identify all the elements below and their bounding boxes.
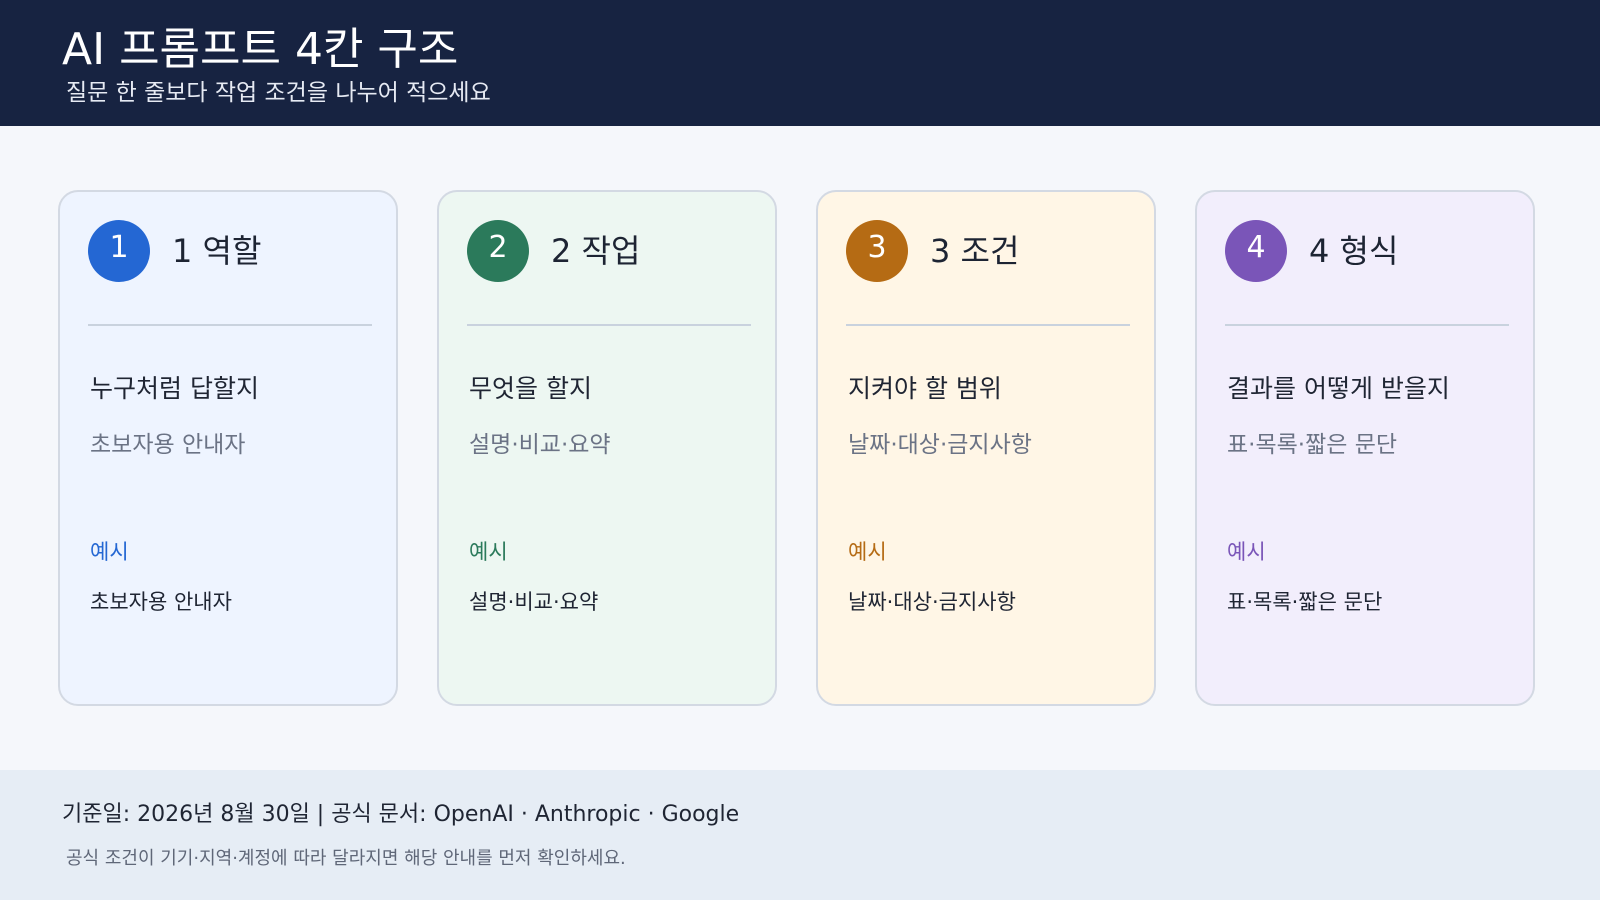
example-value: 표·목록·짧은 문단 (1227, 590, 1383, 614)
card-hint: 설명·비교·요약 (469, 432, 611, 458)
footer-note: 공식 조건이 기기·지역·계정에 따라 달라지면 해당 안내를 먼저 확인하세요… (66, 848, 626, 869)
example-label: 예시 (1227, 540, 1266, 564)
example-label: 예시 (469, 540, 508, 564)
card-hint: 날짜·대상·금지사항 (848, 432, 1032, 458)
card-hint: 표·목록·짧은 문단 (1227, 432, 1398, 458)
card-question: 결과를 어떻게 받을지 (1227, 374, 1450, 403)
card-question: 지켜야 할 범위 (848, 374, 1002, 403)
divider (467, 324, 751, 326)
card-title: 3 조건 (930, 232, 1020, 270)
card-role: 1 1 역할 누구처럼 답할지 초보자용 안내자 예시 초보자용 안내자 (58, 190, 398, 706)
example-label: 예시 (90, 540, 129, 564)
example-value: 설명·비교·요약 (469, 590, 599, 614)
step-badge: 4 (1225, 220, 1287, 282)
step-badge: 1 (88, 220, 150, 282)
example-value: 초보자용 안내자 (90, 590, 232, 614)
divider (88, 324, 372, 326)
reference-line: 기준일: 2026년 8월 30일 | 공식 문서: OpenAI · Anth… (62, 802, 740, 827)
page-subtitle: 질문 한 줄보다 작업 조건을 나누어 적으세요 (66, 80, 491, 106)
card-question: 무엇을 할지 (469, 374, 592, 403)
footer: 기준일: 2026년 8월 30일 | 공식 문서: OpenAI · Anth… (0, 770, 1600, 900)
header-banner: AI 프롬프트 4칸 구조 질문 한 줄보다 작업 조건을 나누어 적으세요 (0, 0, 1600, 126)
card-title: 1 역할 (172, 232, 262, 270)
divider (846, 324, 1130, 326)
card-title: 4 형식 (1309, 232, 1399, 270)
card-format: 4 4 형식 결과를 어떻게 받을지 표·목록·짧은 문단 예시 표·목록·짧은… (1195, 190, 1535, 706)
example-label: 예시 (848, 540, 887, 564)
card-question: 누구처럼 답할지 (90, 374, 259, 403)
divider (1225, 324, 1509, 326)
card-title: 2 작업 (551, 232, 641, 270)
card-conditions: 3 3 조건 지켜야 할 범위 날짜·대상·금지사항 예시 날짜·대상·금지사항 (816, 190, 1156, 706)
step-badge: 3 (846, 220, 908, 282)
card-hint: 초보자용 안내자 (90, 432, 246, 458)
example-value: 날짜·대상·금지사항 (848, 590, 1016, 614)
card-task: 2 2 작업 무엇을 할지 설명·비교·요약 예시 설명·비교·요약 (437, 190, 777, 706)
page-title: AI 프롬프트 4칸 구조 (62, 24, 459, 75)
step-badge: 2 (467, 220, 529, 282)
